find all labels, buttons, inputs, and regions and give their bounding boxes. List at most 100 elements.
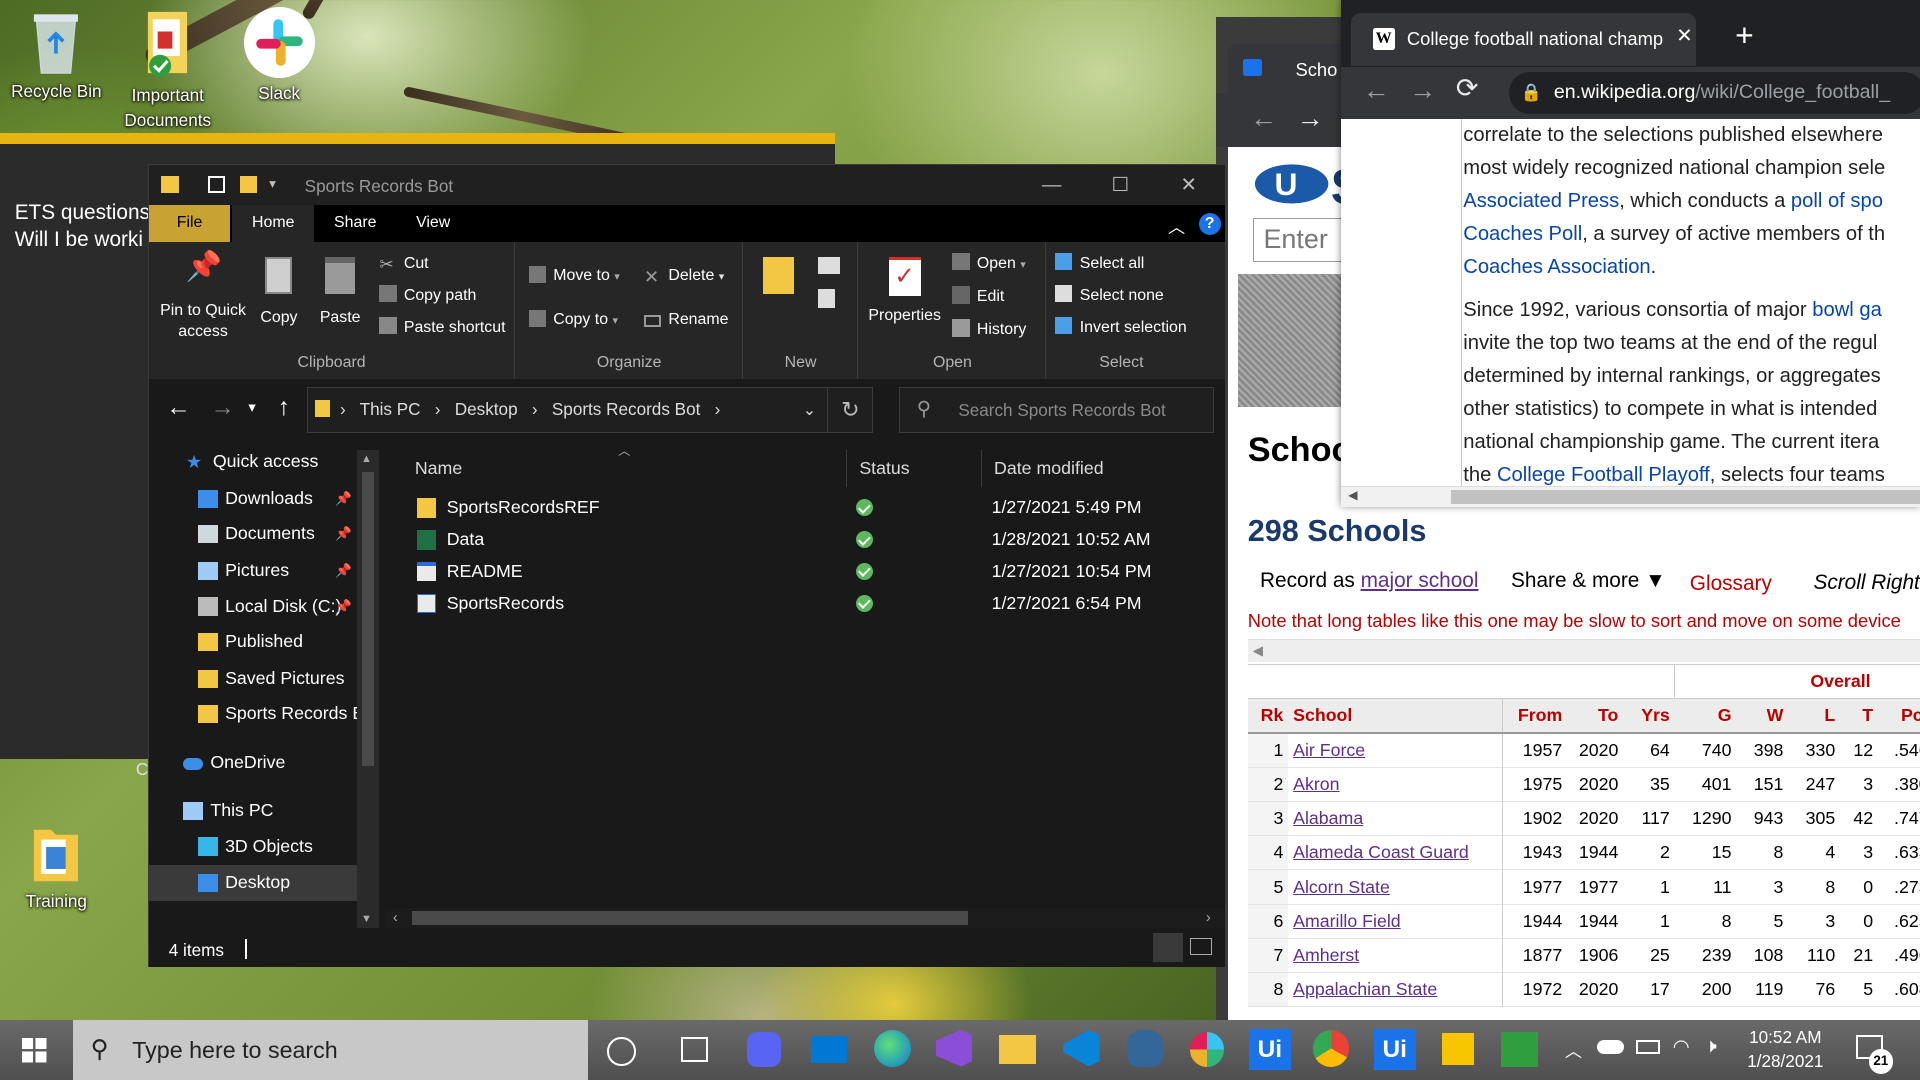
address-bar[interactable]: 🔒 en.wikipedia.org/wiki/College_football… — [1508, 72, 1920, 114]
cortana-icon[interactable] — [607, 1037, 636, 1066]
wikipedia-browser-window[interactable]: W College football national champi ✕ + ←… — [1340, 0, 1920, 507]
scroll-up-icon[interactable]: ▲ — [361, 453, 372, 465]
invert-selection-button[interactable]: Invert selection — [1055, 316, 1187, 340]
browser-tab[interactable]: Scho — [1228, 44, 1351, 94]
scroll-left-icon[interactable]: ‹ — [393, 910, 398, 926]
scroll-left-icon[interactable]: ◀ — [1348, 488, 1357, 502]
column-header[interactable]: Pct — [1878, 698, 1920, 732]
column-header[interactable]: School — [1288, 698, 1504, 733]
breadcrumb-this-pc[interactable]: This PC — [360, 399, 421, 419]
column-header[interactable]: From — [1503, 698, 1567, 732]
copy-path-button[interactable]: Copy path — [379, 284, 476, 308]
media-player-icon[interactable] — [1501, 1032, 1538, 1067]
large-icons-view-icon[interactable] — [1189, 937, 1212, 955]
easy-access-icon[interactable] — [817, 288, 835, 309]
browser-tab-active[interactable]: W College football national champi ✕ — [1350, 13, 1696, 67]
new-tab-button[interactable]: + — [1735, 19, 1754, 52]
pin-quick-access-button[interactable]: 📌 Pin to Quick access — [157, 252, 250, 343]
show-hidden-icons-icon[interactable]: ︿ — [1565, 1037, 1582, 1062]
forward-arrow-icon[interactable]: → — [1297, 103, 1324, 134]
search-input[interactable]: ⚲ Search Sports Records Bot — [898, 386, 1215, 434]
edit-button[interactable]: Edit — [952, 285, 1004, 309]
back-arrow-icon[interactable]: ← — [1250, 103, 1277, 134]
up-arrow-icon[interactable]: ↑ — [278, 394, 290, 422]
close-tab-icon[interactable]: ✕ — [1676, 24, 1692, 48]
tab-home[interactable]: Home — [232, 205, 315, 243]
nav-item[interactable]: Documents 📌 — [149, 516, 357, 552]
nav-item[interactable]: Published — [149, 624, 357, 660]
delete-button[interactable]: ✕ Delete ▾ — [644, 264, 724, 288]
column-header[interactable]: T — [1840, 698, 1878, 732]
close-button[interactable]: ✕ — [1153, 165, 1224, 205]
nav-item[interactable]: Local Disk (C:) 📌 — [149, 589, 357, 625]
scroll-down-icon[interactable]: ▼ — [361, 913, 372, 925]
tab-share[interactable]: Share — [314, 205, 396, 242]
column-date-modified[interactable]: Date modified — [982, 450, 1215, 487]
nav-item[interactable]: Saved Pictures — [149, 661, 357, 697]
mail-icon[interactable] — [810, 1035, 848, 1063]
file-row[interactable]: SportsRecordsREF 1/27/2021 5:49 PM — [410, 492, 1218, 524]
select-none-button[interactable]: Select none — [1055, 284, 1164, 308]
rename-button[interactable]: Rename — [643, 308, 728, 332]
file-explorer-icon[interactable] — [999, 1034, 1036, 1065]
reload-icon[interactable]: ⟳ — [1456, 73, 1479, 104]
file-row[interactable]: Data 1/28/2021 10:52 AM — [410, 524, 1218, 556]
visual-studio-icon[interactable] — [935, 1029, 973, 1067]
new-item-icon[interactable] — [817, 256, 840, 275]
school-link[interactable]: Alcorn State — [1288, 869, 1504, 905]
sticky-notes-icon[interactable] — [1442, 1033, 1475, 1066]
school-link[interactable]: Appalachian State — [1288, 972, 1504, 1007]
uipath-studio-icon[interactable]: Ui — [1373, 1028, 1416, 1071]
nav-item[interactable]: Downloads 📌 — [149, 481, 357, 517]
minimize-button[interactable]: — — [1016, 165, 1087, 205]
move-to-button[interactable]: Move to ▾ — [528, 264, 620, 288]
maximize-button[interactable]: ☐ — [1085, 165, 1156, 205]
task-view-icon[interactable] — [680, 1037, 708, 1062]
nav-item[interactable]: Pictures 📌 — [149, 553, 357, 589]
new-folder-button[interactable] — [749, 256, 808, 304]
tab-view[interactable]: View — [397, 205, 470, 242]
address-bar[interactable]: › This PC › Desktop › Sports Records Bot… — [307, 386, 873, 434]
school-link[interactable]: Amherst — [1288, 938, 1504, 973]
scroll-right-icon[interactable]: › — [1206, 910, 1211, 926]
breadcrumb-sports-records-bot[interactable]: Sports Records Bot — [552, 399, 700, 419]
wifi-icon[interactable]: ◠ — [1673, 1035, 1690, 1059]
wiki-link[interactable]: poll of spo — [1791, 190, 1883, 212]
windows-start-icon[interactable] — [22, 1038, 47, 1063]
scrollbar-thumb[interactable] — [362, 472, 375, 767]
recent-locations-icon[interactable]: ▾ — [248, 399, 255, 416]
scroll-left-icon[interactable]: ◀ — [1253, 643, 1263, 659]
nav-scrollbar[interactable]: ▲ ▼ — [357, 450, 380, 928]
column-header[interactable]: G — [1675, 698, 1737, 732]
scrollbar-thumb[interactable] — [1451, 489, 1920, 505]
school-link[interactable]: Alameda Coast Guard — [1288, 835, 1504, 870]
discord-icon[interactable] — [746, 1032, 782, 1067]
wiki-link[interactable]: bowl ga — [1812, 299, 1882, 321]
history-button[interactable]: History — [952, 318, 1026, 342]
forward-arrow-icon[interactable]: → — [1409, 75, 1436, 106]
copy-button[interactable]: Copy — [254, 256, 303, 329]
open-button[interactable]: Open ▾ — [952, 252, 1026, 276]
wiki-link[interactable]: Coaches Poll — [1463, 223, 1582, 245]
wiki-link[interactable]: Coaches Association — [1463, 256, 1650, 278]
volume-icon[interactable]: 🕨 — [1705, 1035, 1717, 1058]
school-link[interactable]: Air Force — [1288, 732, 1504, 768]
system-clock[interactable]: 10:52 AM 1/28/2021 — [1736, 1025, 1834, 1074]
column-header[interactable]: Rk — [1248, 698, 1289, 732]
nav-item[interactable]: ★ Quick access — [149, 444, 357, 480]
nav-item[interactable]: Desktop — [149, 865, 358, 901]
file-explorer-window[interactable]: ▾ Sports Records Bot — ☐ ✕ File Home Sha… — [148, 164, 1226, 968]
breadcrumb-desktop[interactable]: Desktop — [455, 399, 518, 419]
nav-item[interactable]: OneDrive — [149, 745, 357, 781]
properties-button[interactable]: ✓ Properties — [867, 256, 943, 327]
postgresql-icon[interactable] — [1126, 1029, 1164, 1067]
wiki-link[interactable]: Associated Press — [1463, 190, 1619, 212]
details-view-icon[interactable] — [1153, 932, 1183, 963]
nav-item[interactable]: Sports Records B — [149, 696, 357, 732]
scrollbar-thumb[interactable] — [412, 910, 969, 926]
chevron-down-icon[interactable]: ▾ — [269, 176, 276, 192]
cut-button[interactable]: ✂ Cut — [379, 252, 428, 276]
column-status[interactable]: Status — [847, 450, 982, 488]
new-folder-icon[interactable] — [239, 176, 257, 194]
column-header[interactable]: W — [1736, 698, 1788, 732]
